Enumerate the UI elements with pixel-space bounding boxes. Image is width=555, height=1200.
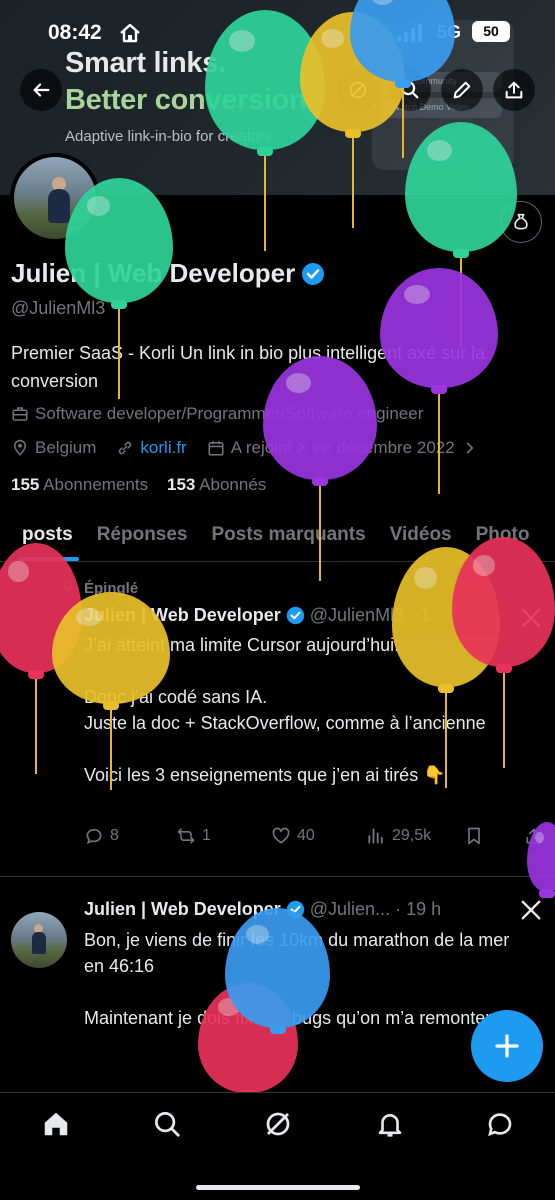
like-count: 40 xyxy=(297,827,315,844)
reply-count: 8 xyxy=(110,827,119,844)
balloon xyxy=(65,178,173,403)
avatar-person xyxy=(32,932,46,954)
following-count: 155 xyxy=(11,475,40,494)
heart-icon xyxy=(272,827,290,844)
back-arrow-icon xyxy=(33,83,50,97)
share-icon xyxy=(505,81,523,99)
calendar-icon xyxy=(208,441,224,456)
reply-icon xyxy=(86,828,102,845)
back-button[interactable] xyxy=(20,69,62,111)
repost-button[interactable]: 1 xyxy=(176,826,271,846)
location-text: Belgium xyxy=(35,438,97,457)
x-logo-icon xyxy=(521,900,541,920)
bookmark-icon xyxy=(468,827,480,845)
following-link[interactable]: 155 Abonnements xyxy=(11,475,148,494)
balloon xyxy=(225,908,330,1038)
verified-badge-icon xyxy=(302,262,325,285)
post-avatar[interactable] xyxy=(11,912,67,968)
following-label: Abonnements xyxy=(43,475,149,494)
link-icon xyxy=(119,441,132,455)
followers-count: 153 xyxy=(166,475,196,494)
repost-count: 1 xyxy=(202,827,211,844)
bottom-navigation xyxy=(0,1092,555,1200)
home-indicator xyxy=(196,1185,360,1190)
status-time: 08:42 xyxy=(48,21,102,44)
tab-replies[interactable]: Réponses xyxy=(85,510,200,561)
followers-label: Abonnés xyxy=(199,475,267,494)
bookmark-button[interactable] xyxy=(464,826,506,846)
like-button[interactable]: 40 xyxy=(271,826,366,846)
balloon xyxy=(452,537,555,772)
views-count: 29,5k xyxy=(392,827,432,844)
plus-icon xyxy=(495,1034,519,1058)
search-icon[interactable] xyxy=(152,1109,182,1139)
views-button[interactable]: 29,5k xyxy=(366,826,464,846)
follow-stats: 155 Abonnements 153 Abonnés xyxy=(11,475,266,495)
share-button[interactable] xyxy=(493,69,535,111)
followers-link[interactable]: 153 Abonnés xyxy=(167,475,266,494)
grok-icon[interactable] xyxy=(263,1109,293,1139)
home-icon[interactable] xyxy=(41,1109,71,1139)
home-status-icon xyxy=(120,23,140,43)
repost-icon xyxy=(177,828,195,844)
website-link[interactable]: korli.fr xyxy=(140,438,186,458)
bell-icon[interactable] xyxy=(375,1109,405,1139)
balloon xyxy=(52,592,170,794)
post-divider xyxy=(0,876,555,877)
location-icon xyxy=(13,439,27,456)
compose-button[interactable] xyxy=(471,1010,543,1082)
briefcase-icon xyxy=(12,407,28,421)
battery-indicator: 50 xyxy=(472,21,510,42)
verified-badge-icon xyxy=(286,606,304,625)
views-chart-icon xyxy=(368,828,383,844)
balloon xyxy=(263,356,377,585)
balloon xyxy=(380,268,498,498)
post-actions: 8 1 40 29,5k xyxy=(84,826,544,846)
reply-button[interactable]: 8 xyxy=(84,826,176,846)
messages-icon[interactable] xyxy=(485,1109,515,1139)
balloon xyxy=(527,822,555,902)
